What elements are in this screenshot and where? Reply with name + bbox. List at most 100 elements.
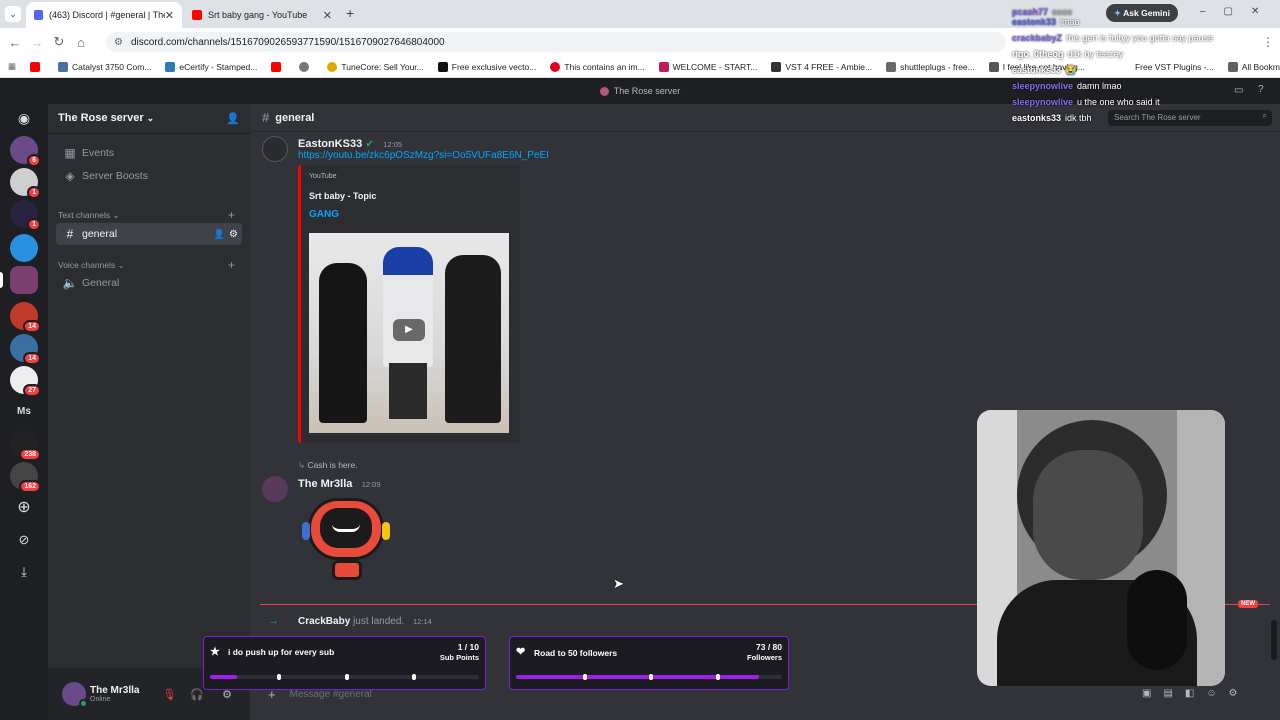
server-icon-the-rose[interactable]	[10, 266, 38, 294]
new-badge: NEW	[1238, 600, 1258, 608]
tab-youtube[interactable]: Srt baby gang - YouTube ✕	[184, 2, 340, 28]
youtube-icon	[30, 61, 41, 72]
message-header: The Mr3lla 12:09	[298, 476, 381, 490]
browser-menu-icon[interactable]: ⋮	[1262, 35, 1274, 49]
youtube-embed: YouTube Srt baby - Topic GANG ▶	[298, 165, 520, 443]
avatar[interactable]	[262, 136, 288, 162]
server-icon[interactable]: 6	[10, 136, 41, 167]
message-link[interactable]: https://youtu.be/zkc6pOSzMzg?si=Oo5VUFa8…	[298, 150, 549, 161]
forward-icon[interactable]: →	[26, 35, 48, 50]
server-icon[interactable]: 14	[10, 334, 41, 365]
boost-icon: ◈	[65, 169, 75, 183]
avatar[interactable]	[62, 682, 88, 708]
site-info-icon[interactable]: ⚙	[114, 37, 123, 48]
chat-line: sleepynowlive u the one who said it	[1012, 97, 1160, 107]
reply-preview[interactable]: ↳ Cash is here.	[298, 460, 358, 471]
tab-search-button[interactable]: ⌄	[5, 6, 21, 22]
join-arrow-icon: →	[268, 615, 279, 627]
message-header: EastonKS33 ✔ 12:05	[298, 136, 402, 150]
server-icon[interactable]: 1	[10, 200, 41, 231]
invite-icon[interactable]: 👤	[214, 229, 225, 240]
server-ms[interactable]: Ms	[10, 398, 38, 426]
bookmark-icon	[327, 61, 338, 72]
milestone-marker	[411, 674, 416, 680]
close-icon[interactable]: ✕	[165, 9, 174, 22]
close-icon[interactable]: ✕	[323, 9, 332, 22]
bookmark-icon	[771, 61, 782, 72]
bookmark-catalyst[interactable]: Catalyst 3750 Com...	[58, 61, 151, 72]
mouse-cursor-icon: ➤	[613, 576, 624, 591]
input-tool-icons[interactable]: ▣▤◧☺⚙	[1142, 688, 1250, 699]
discord-home-icon[interactable]: ◉	[10, 104, 38, 132]
chevron-down-icon: ⌄	[146, 113, 155, 123]
video-thumbnail[interactable]: ▶	[309, 233, 509, 433]
voice-channel-general[interactable]: 🔈 General	[56, 272, 242, 294]
channel-general[interactable]: # general 👤 ⚙	[56, 223, 242, 245]
sidebar-item-server-boosts[interactable]: ◈ Server Boosts	[56, 165, 242, 187]
server-icon[interactable]	[10, 234, 38, 262]
message-author[interactable]: The Mr3lla	[298, 478, 352, 490]
server-rail: ◉ 6 1 1 14 14 27 Ms 238 162 ⊕ ⊘ ⤓	[0, 104, 48, 720]
message-author[interactable]: CrackBaby	[298, 616, 350, 627]
server-icon[interactable]: 14	[10, 302, 41, 333]
tab-discord[interactable]: (463) Discord | #general | The R ✕	[26, 2, 182, 28]
server-icon[interactable]: 238	[10, 430, 41, 461]
scrollbar-thumb[interactable]	[1271, 620, 1277, 660]
embed-author[interactable]: Srt baby - Topic	[309, 191, 376, 201]
embed-title[interactable]: GANG	[309, 209, 339, 220]
back-icon[interactable]: ←	[4, 35, 26, 50]
bookmark-shuttle[interactable]: shuttleplugs - free...	[886, 61, 975, 72]
bookmark-welcome[interactable]: WELCOME - START...	[658, 61, 757, 72]
discover-icon[interactable]: ⊘	[10, 526, 38, 554]
gear-icon[interactable]: ⚙	[229, 229, 238, 240]
headphones-icon[interactable]: 🎧	[190, 688, 204, 701]
youtube-icon	[271, 61, 282, 72]
progress-fill	[210, 675, 237, 679]
bookmark-vector[interactable]: Free exclusive vecto...	[437, 61, 536, 72]
user-status: Online	[90, 696, 111, 703]
reload-icon[interactable]: ↻	[48, 34, 70, 50]
bookmark-ecertify[interactable]: eCertify - Stamped...	[165, 61, 257, 72]
youtube-icon	[192, 10, 202, 20]
channel-title: general	[275, 111, 315, 124]
widget-unit: Sub Points	[439, 653, 479, 662]
category-voice-channels[interactable]: Voice channels ⌄	[58, 260, 125, 271]
apps-icon[interactable]: ▦	[8, 61, 16, 72]
pinterest-icon	[550, 61, 561, 72]
discord-icon	[34, 10, 44, 20]
server-icon[interactable]: 1	[10, 168, 41, 199]
system-message: CrackBaby just landed. 12:14	[298, 616, 432, 627]
chat-line: rigo_0theog d1k by teezey	[1012, 49, 1124, 59]
new-tab-button[interactable]: +	[346, 5, 354, 21]
milestone-marker	[715, 674, 720, 680]
bookmark-youtube[interactable]	[30, 61, 44, 72]
download-icon[interactable]: ⤓	[10, 558, 38, 586]
address-bar[interactable]: ⚙ discord.com/channels/15167090265937715…	[106, 32, 1006, 52]
stream-chat-overlay: pcash77 oooo eastonk33 lmao crackbabyZ this…	[1012, 4, 1262, 134]
widget-count: 1 / 10	[457, 642, 479, 652]
avatar[interactable]	[262, 476, 288, 502]
bookmark-vst[interactable]: VST 4 FREE - Ambie...	[771, 61, 872, 72]
mute-mic-icon[interactable]: 🎙	[162, 688, 176, 701]
sticker-image[interactable]	[302, 494, 390, 584]
bookmark-pinterest[interactable]: This contains an im...	[550, 61, 645, 72]
add-channel-icon[interactable]: +	[228, 208, 235, 222]
home-icon[interactable]: ⌂	[70, 35, 92, 50]
add-member-icon[interactable]: 👤	[226, 112, 240, 125]
sidebar-item-events[interactable]: ▦ Events	[56, 142, 242, 164]
widget-label: Road to 50 followers	[534, 648, 618, 658]
bookmark-tunecore[interactable]: TuneCore: Sell Your...	[327, 61, 424, 72]
add-channel-icon[interactable]: +	[228, 258, 235, 272]
active-server-pill	[0, 272, 3, 288]
server-icon[interactable]: 27	[10, 366, 41, 397]
bookmark-globe[interactable]	[299, 61, 313, 72]
widget-count: 73 / 80	[756, 642, 782, 652]
category-text-channels[interactable]: Text channels ⌄	[58, 210, 119, 221]
server-icon[interactable]: 162	[10, 462, 41, 493]
play-icon[interactable]: ▶	[393, 319, 425, 341]
chevron-down-icon: ⌄	[117, 260, 125, 270]
add-server-icon[interactable]: ⊕	[10, 494, 38, 522]
bookmark-yt2[interactable]	[271, 61, 285, 72]
server-header[interactable]: The Rose server ⌄ 👤	[48, 104, 250, 134]
message-author[interactable]: EastonKS33	[298, 138, 362, 150]
